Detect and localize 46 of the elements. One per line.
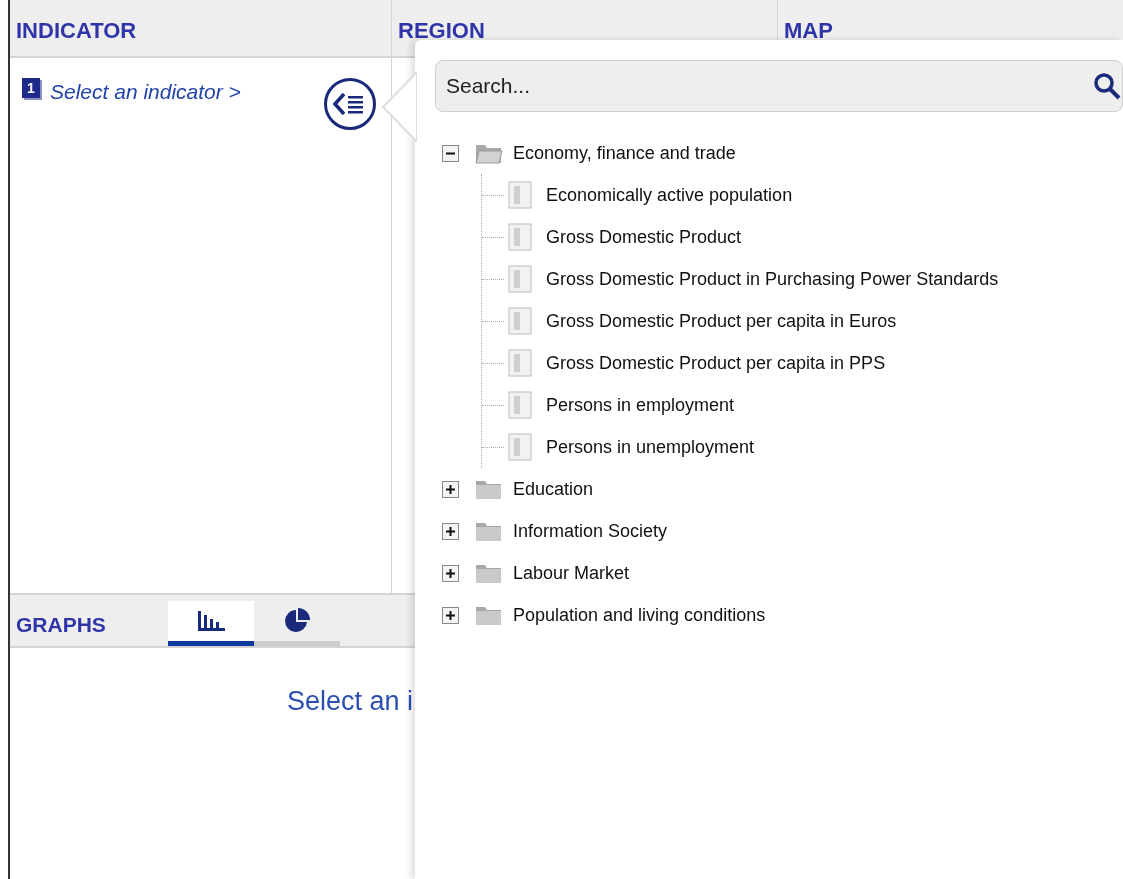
tree-item[interactable]: Information Society: [513, 520, 668, 542]
folder-icon: [475, 604, 503, 626]
plus-icon: [446, 610, 455, 620]
expand-toggle[interactable]: [442, 144, 459, 162]
tree-item[interactable]: Population and living conditions: [513, 604, 766, 626]
expand-toggle[interactable]: [442, 606, 459, 624]
search-field[interactable]: Search...: [435, 60, 1123, 112]
map-header: MAP: [784, 18, 833, 44]
expand-toggle[interactable]: [442, 522, 459, 540]
step-number: 1: [22, 78, 40, 98]
plus-icon: [446, 526, 455, 536]
graphs-message: Select an i: [286, 686, 413, 718]
tree-item[interactable]: Labour Market: [513, 562, 630, 584]
tree-item[interactable]: Gross Domestic Product per capita in Euros: [546, 310, 897, 332]
search-icon[interactable]: [1093, 72, 1121, 100]
expand-toggle[interactable]: [442, 480, 459, 498]
folder-icon: [475, 562, 503, 584]
tree-item[interactable]: Persons in employment: [546, 394, 735, 416]
tree-item[interactable]: Gross Domestic Product in Purchasing Power Standards: [546, 268, 999, 290]
folder-icon: [475, 142, 503, 164]
plus-icon: [446, 568, 455, 578]
chart-type-tab[interactable]: [167, 601, 254, 646]
tree-item[interactable]: Persons in unemployment: [546, 436, 755, 458]
document-icon: [508, 307, 532, 335]
tree-item[interactable]: Education: [513, 478, 594, 500]
folder-icon: [475, 478, 503, 500]
region-header: REGION: [398, 18, 485, 44]
select-indicator-link[interactable]: Select an indicator >: [50, 80, 241, 104]
document-icon: [508, 223, 532, 251]
expand-toggle[interactable]: [442, 564, 459, 582]
document-icon: [508, 349, 532, 377]
tree-item[interactable]: Gross Domestic Product per capita in PPS: [546, 352, 886, 374]
pie-chart-icon: [283, 608, 310, 634]
tree-item[interactable]: Economy, finance and trade: [513, 142, 736, 164]
folder-icon: [475, 520, 503, 542]
tree-item[interactable]: Economically active population: [546, 184, 793, 206]
graphs-header: GRAPHS: [16, 612, 106, 637]
document-icon: [508, 391, 532, 419]
document-icon: [508, 433, 532, 461]
plus-icon: [446, 484, 455, 494]
document-icon: [508, 265, 532, 293]
document-icon: [508, 181, 532, 209]
collapse-list-button[interactable]: [324, 78, 376, 130]
indicator-header: INDICATOR: [16, 18, 137, 44]
tree-item[interactable]: Gross Domestic Product: [546, 226, 742, 248]
bar-chart-icon: [195, 611, 226, 631]
